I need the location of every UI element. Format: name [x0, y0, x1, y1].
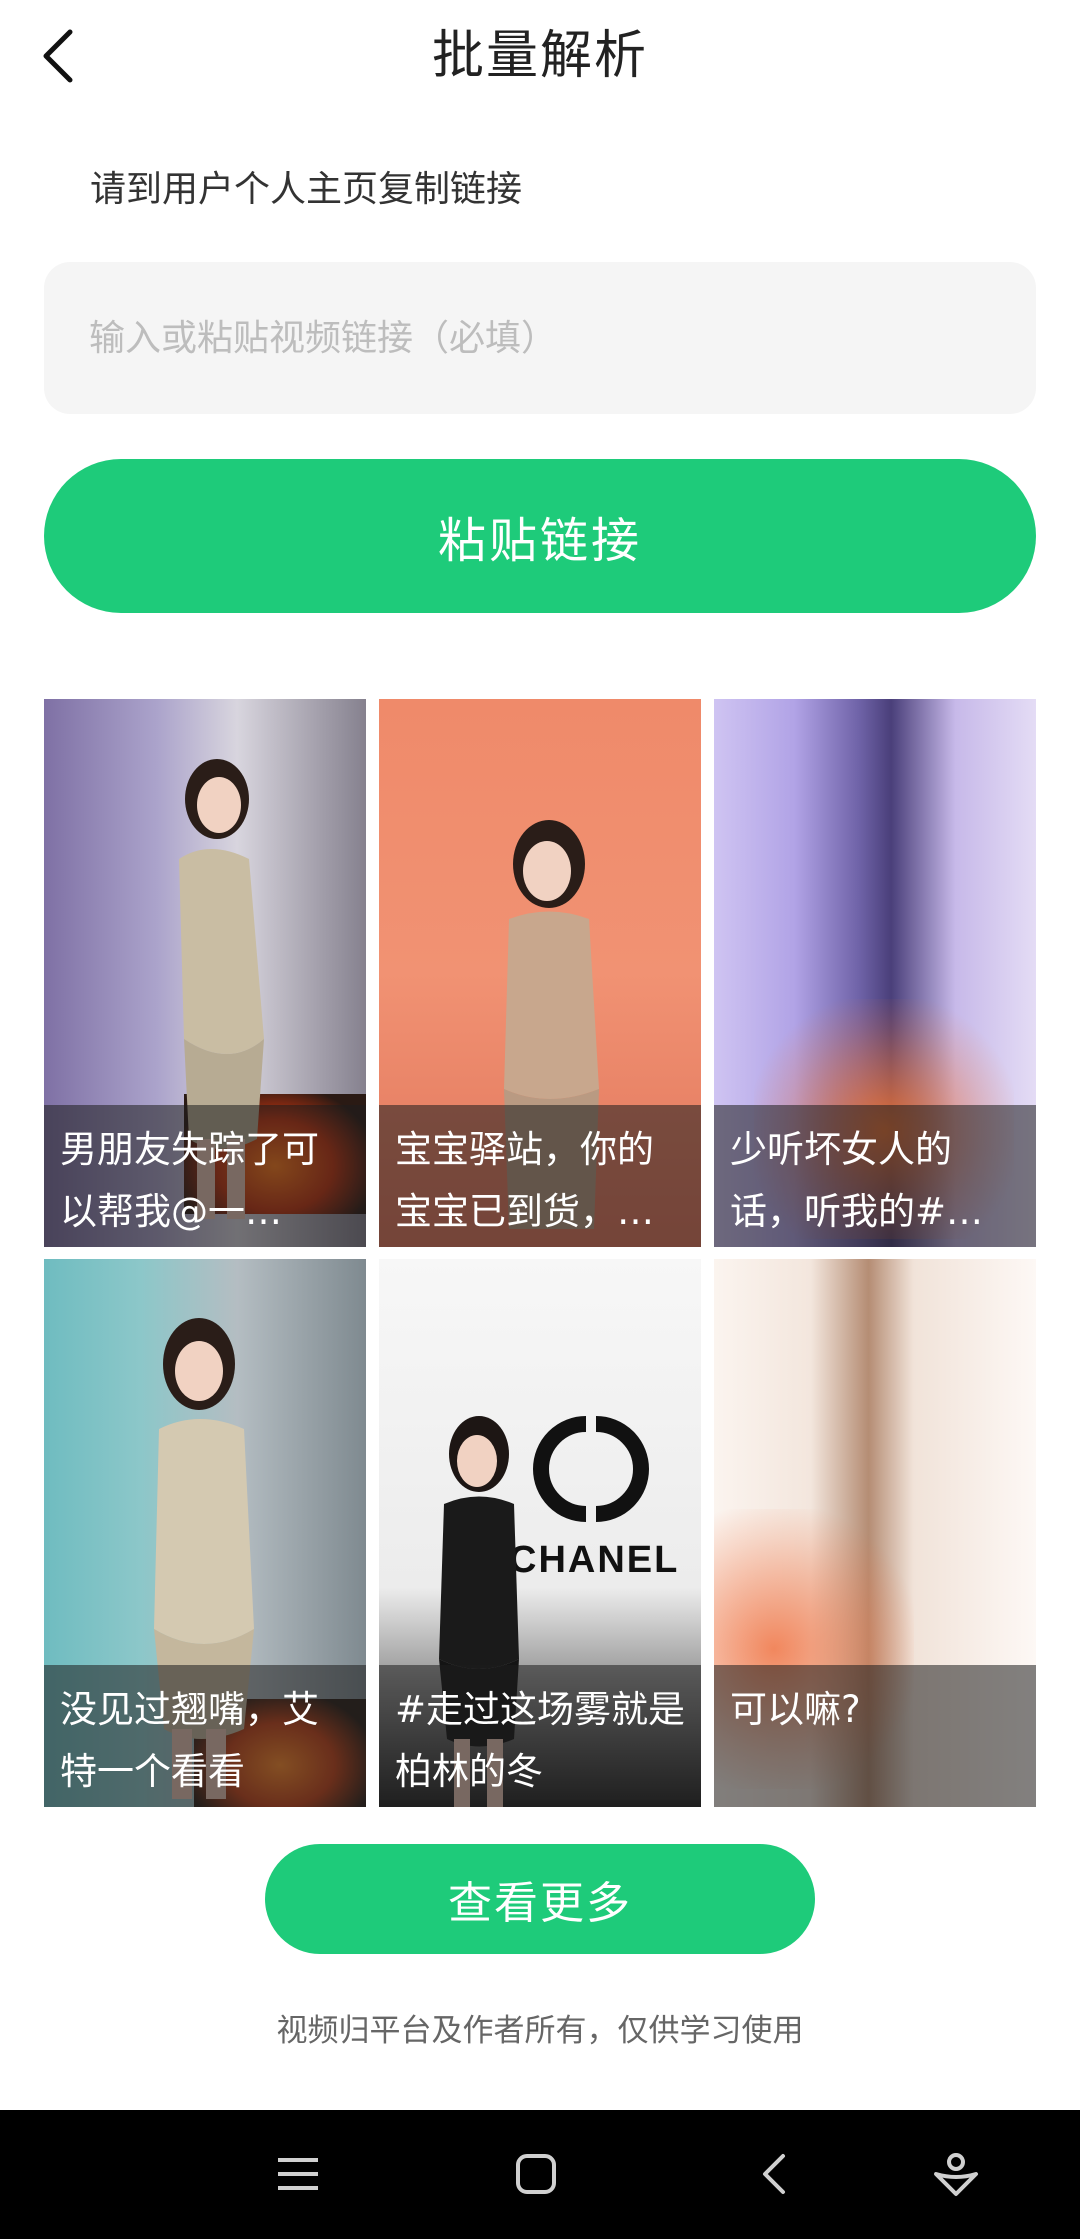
batch-parse-page: 批量解析 请到用户个人主页复制链接 粘贴链接 男朋友失踪了可以帮我@一…: [0, 0, 1080, 2239]
video-link-input[interactable]: [44, 262, 1036, 414]
chevron-left-icon: [43, 29, 73, 83]
video-card[interactable]: 少听坏女人的话，听我的#…: [714, 699, 1036, 1247]
nav-menu-button[interactable]: [262, 2138, 334, 2210]
nav-home-button[interactable]: [500, 2138, 572, 2210]
view-more-button[interactable]: 查看更多: [265, 1844, 815, 1954]
nav-assistant-button[interactable]: [920, 2138, 992, 2210]
video-caption: 可以嘛?: [714, 1665, 1036, 1807]
video-caption: 少听坏女人的话，听我的#…: [714, 1105, 1036, 1247]
disclaimer-text: 视频归平台及作者所有，仅供学习使用: [276, 2013, 804, 2049]
nav-back-button[interactable]: [738, 2138, 810, 2210]
home-square-icon: [516, 2154, 556, 2194]
assistant-icon: [934, 2153, 978, 2196]
paste-link-button[interactable]: 粘贴链接: [44, 459, 1036, 613]
video-caption: #走过这场雾就是柏林的冬: [379, 1665, 701, 1807]
page-title: 批量解析: [431, 26, 648, 86]
back-triangle-icon: [763, 2154, 785, 2194]
menu-icon: [278, 2158, 318, 2190]
video-card[interactable]: 没见过翘嘴，艾特一个看看: [44, 1259, 366, 1807]
hint-text: 请到用户个人主页复制链接: [90, 169, 523, 210]
video-caption: 宝宝驿站，你的宝宝已到货，…: [379, 1105, 701, 1247]
video-card[interactable]: 宝宝驿站，你的宝宝已到货，…: [379, 699, 701, 1247]
video-caption: 没见过翘嘴，艾特一个看看: [44, 1665, 366, 1807]
video-card[interactable]: 可以嘛?: [714, 1259, 1036, 1807]
header: 批量解析: [0, 0, 1080, 110]
back-button[interactable]: [30, 20, 86, 92]
video-card[interactable]: 男朋友失踪了可以帮我@一…: [44, 699, 366, 1247]
video-caption: 男朋友失踪了可以帮我@一…: [44, 1105, 366, 1247]
video-card[interactable]: CHANEL #走过这场雾就是柏林的冬: [379, 1259, 701, 1807]
video-grid: 男朋友失踪了可以帮我@一… 宝宝驿站，你的宝宝已到货，… 少听坏女人的话，听我的…: [44, 699, 1036, 1807]
system-navigation-bar: [0, 2110, 1080, 2239]
